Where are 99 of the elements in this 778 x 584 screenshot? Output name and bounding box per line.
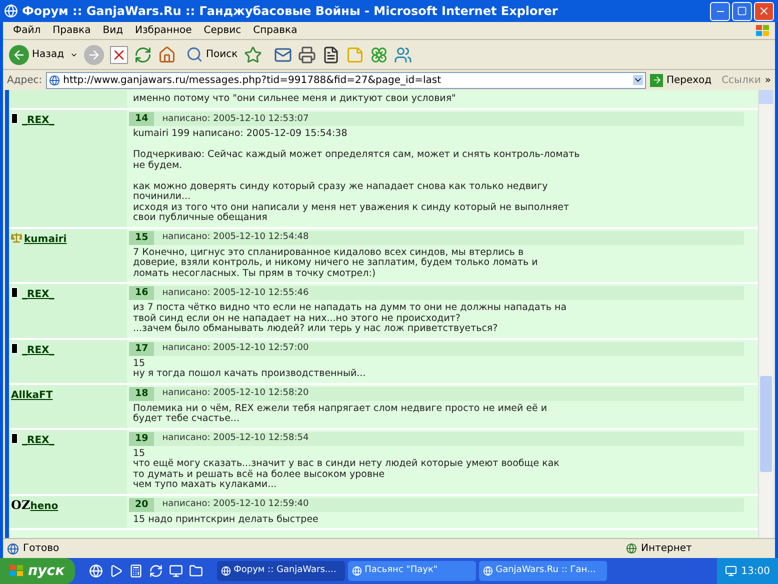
window-icon	[220, 566, 231, 576]
menu-item[interactable]: Справка	[247, 23, 304, 38]
post-number: 15	[129, 230, 154, 245]
mail-icon[interactable]	[274, 46, 292, 64]
post-date: написано: 2005-12-10 12:58:20	[162, 387, 309, 400]
window-icon	[482, 566, 493, 576]
start-button[interactable]: пуск	[0, 558, 75, 584]
globe-icon	[626, 543, 637, 554]
post-text: будет тебе счастье...	[133, 414, 240, 425]
post-text: то думать и решать всё на более высоком уровне	[133, 470, 385, 480]
update-icon[interactable]	[148, 564, 163, 578]
page-icon	[49, 74, 60, 86]
desktop-icon[interactable]	[168, 564, 183, 578]
post-number: 20	[129, 498, 154, 512]
dropdown-icon[interactable]	[633, 75, 644, 85]
post-text: 15 надо принтскрин делать быстрее	[133, 514, 318, 526]
menu-item[interactable]: Файл	[7, 23, 47, 38]
post-text: починили...	[133, 192, 191, 203]
post-text: исходя из того что они написали у меня нет уважения к синду который не выполняет	[133, 202, 570, 213]
post-text: из 7 поста чётко видно что если не нападать на думм то они не должны нападать на	[133, 303, 567, 314]
taskbar-button[interactable]: Форум :: GanjaWars....	[216, 561, 345, 581]
author-link[interactable]: _REX_	[22, 432, 54, 448]
calculator-icon[interactable]	[128, 564, 143, 578]
folder-icon[interactable]	[188, 564, 203, 578]
post-text: не будем.	[133, 160, 182, 172]
post-date: написано: 2005-12-10 12:57:00	[162, 342, 309, 355]
post-text: Подчеркиваю: Сейчас каждый может определятся сам, может и снять контроль-ломать	[133, 150, 580, 160]
status-text: Готово	[23, 542, 60, 556]
menu-item[interactable]: Правка	[46, 23, 97, 38]
clock: 13:00	[741, 564, 770, 578]
author-link[interactable]: AllkaFT	[11, 388, 53, 403]
menu-item[interactable]: Сервис	[198, 23, 248, 38]
author-link[interactable]: _REX_	[22, 287, 54, 302]
post-text: доверие, взяли контроль, и никому ничего не заплатим, будем только ломать и	[133, 258, 538, 268]
window-icon	[352, 566, 362, 576]
flower-icon[interactable]	[370, 46, 388, 64]
scrollbar[interactable]	[758, 90, 773, 538]
post-date: написано: 2005-12-10 12:53:07	[162, 112, 309, 126]
post-text: свои публичные обещания	[133, 213, 268, 224]
document-icon[interactable]	[322, 46, 340, 64]
author-link[interactable]: _REX_	[22, 342, 54, 358]
search-icon	[186, 46, 204, 63]
post-number: 14	[129, 112, 154, 126]
window-title: Форум :: GanjaWars.Ru :: Ганджубасовые Войны - Microsoft Internet Explorer	[22, 3, 559, 20]
menu-item[interactable]: Вид	[96, 23, 129, 38]
author-link[interactable]: _REX_	[22, 113, 54, 128]
page-icon	[7, 542, 19, 554]
post-text: как можно доверять синду который сразу же нападает снова как только недвигу	[133, 182, 548, 192]
stop-icon[interactable]	[110, 46, 128, 64]
close-button[interactable]	[754, 2, 774, 20]
address-label: Адрес:	[7, 74, 42, 88]
post-text: чем тупо махать кулаками...	[133, 480, 277, 491]
post-date: написано: 2005-12-10 12:55:46	[162, 286, 309, 300]
windows-logo-icon	[10, 565, 24, 577]
maximize-button[interactable]	[732, 2, 752, 20]
more-button[interactable]: »	[764, 72, 771, 88]
search-button[interactable]: Поиск	[186, 46, 238, 63]
address-field[interactable]: http://www.ganjawars.ru/messages.php?tid=991788&fid=27&page_id=last	[46, 72, 646, 88]
post-date: написано: 2005-12-10 12:58:54	[162, 432, 309, 445]
media-player-icon[interactable]	[108, 564, 123, 578]
print-icon[interactable]	[298, 46, 316, 64]
back-button[interactable]: Назад	[9, 44, 64, 64]
post-date: написано: 2005-12-10 12:59:40	[162, 498, 309, 511]
windows-logo-icon	[755, 24, 771, 38]
post-text: 15	[133, 358, 146, 370]
post-text: 7 Конечно, цигнус это спланированное кидалово всех синдов, мы втерлись в	[133, 248, 524, 258]
taskbar-button[interactable]: Пасьянс "Паук"	[348, 561, 476, 581]
post-text: ...зачем было обманывать людей? или терь у нас лож приветствуеться?	[133, 324, 498, 335]
menu-item[interactable]: Избранное	[128, 23, 198, 38]
post-text: что ещё могу сказать...значит у вас в синди нету людей которые умеют вообще как	[133, 459, 560, 470]
minimize-button[interactable]	[710, 2, 730, 20]
post-text: ломать несогласных. Ты прям в точку смотрел:)	[133, 268, 376, 280]
author-link[interactable]: kumairi	[24, 232, 67, 247]
messenger-icon[interactable]	[394, 46, 412, 64]
go-arrow-icon	[652, 75, 662, 85]
post-number: 17	[129, 342, 154, 356]
zone-text: Интернет	[641, 542, 693, 556]
post-text: kumairi 199 написано: 2005-12-09 15:54:38	[133, 129, 348, 140]
tray-icon	[725, 565, 738, 577]
favorites-icon[interactable]	[244, 46, 262, 64]
go-button[interactable]: Переход	[650, 72, 712, 88]
post-number: 19	[129, 432, 154, 446]
post-date: написано: 2005-12-10 12:54:48	[162, 231, 309, 244]
home-icon[interactable]	[158, 46, 176, 64]
refresh-icon[interactable]	[134, 46, 152, 64]
clan-logo: OZ	[11, 498, 30, 511]
post-text: ну я тогда пошол качать производственный...	[133, 369, 366, 380]
post-number: 16	[129, 286, 154, 300]
ie-icon[interactable]	[88, 564, 103, 578]
close-icon	[758, 5, 770, 17]
post-text: твой синд если он не нападает на них...но этого не происходит?	[133, 314, 460, 324]
post-number: 18	[129, 386, 154, 401]
author-link[interactable]: heno	[30, 498, 58, 514]
post-text: 15	[133, 448, 146, 460]
maximize-icon	[737, 6, 747, 16]
ie-icon	[4, 4, 18, 18]
post-text: именно потому что "они сильнее меня и диктуют свои условия"	[133, 93, 456, 104]
post-text: Полемика ни о чём, REX ежели тебя напрягает слом недвиге просто не имей её и	[133, 404, 548, 414]
taskbar-button[interactable]: GanjaWars.Ru :: Ган...	[478, 561, 607, 581]
